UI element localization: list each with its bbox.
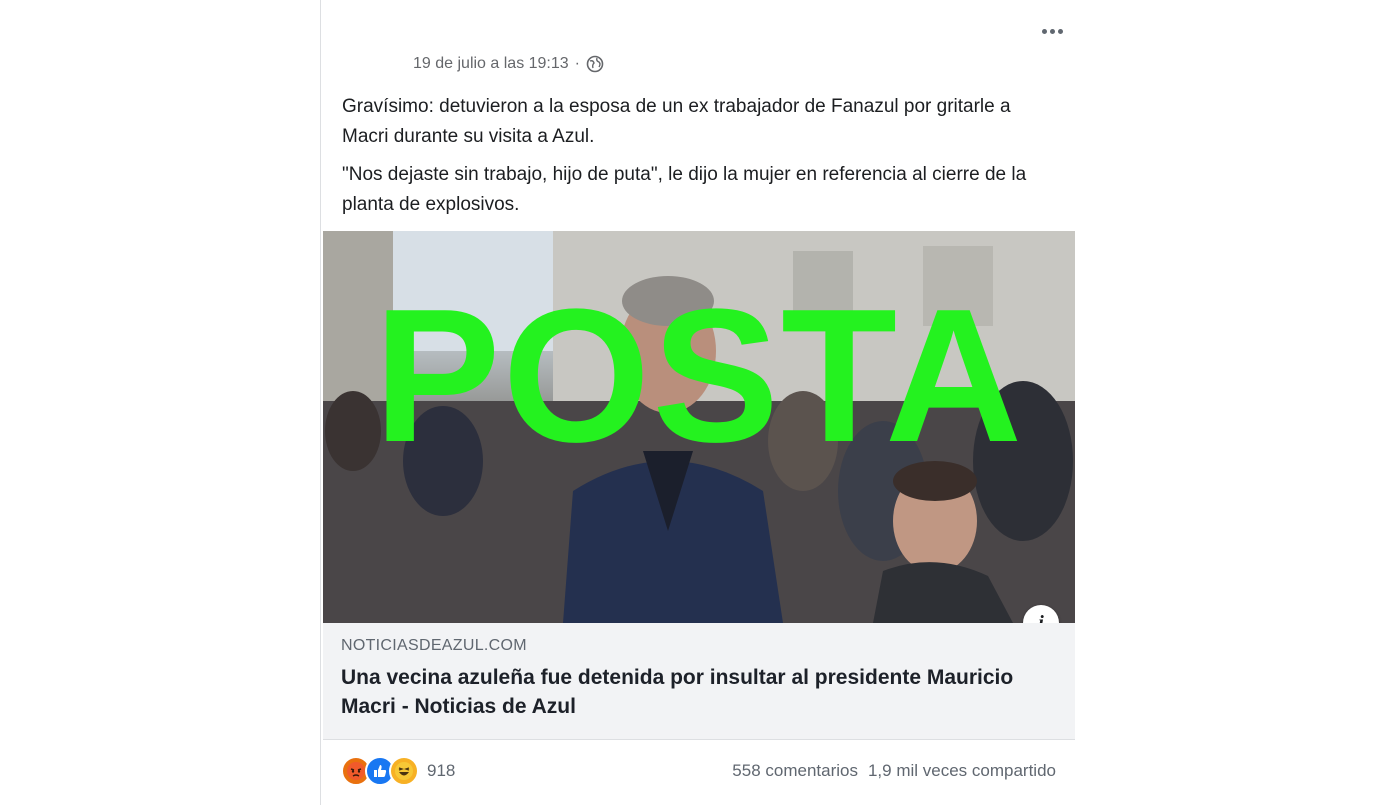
reactions-summary[interactable]: 918 <box>341 755 455 787</box>
post-paragraph: "Nos dejaste sin trabajo, hijo de puta",… <box>342 164 1027 215</box>
link-headline[interactable]: Una vecina azuleña fue detenida por insu… <box>341 663 1041 721</box>
link-caption[interactable]: NOTICIASDEAZUL.COM Una vecina azuleña fu… <box>323 623 1075 739</box>
link-domain: NOTICIASDEAZUL.COM <box>341 637 527 654</box>
posta-stamp: POSTA <box>373 270 1025 482</box>
post-paragraph: Gravísimo: detuvieron a la esposa de un … <box>342 96 1011 147</box>
post-footer: 918 558 comentarios 1,9 mil veces compar… <box>321 755 1076 787</box>
post-timestamp[interactable]: 19 de julio a las 19:13 <box>413 55 569 73</box>
meta-separator: · <box>574 55 580 72</box>
post-stats: 558 comentarios 1,9 mil veces compartido <box>732 755 1056 787</box>
post-meta: 19 de julio a las 19:13 · <box>413 53 604 75</box>
haha-icon[interactable] <box>389 756 419 786</box>
link-preview[interactable]: POSTA i NOTICIASDEAZUL.COM Una vecina az… <box>323 231 1075 740</box>
more-options-button[interactable] <box>1037 20 1067 42</box>
globe-icon[interactable] <box>586 55 604 73</box>
reaction-count[interactable]: 918 <box>427 761 455 781</box>
shares-count[interactable]: 1,9 mil veces compartido <box>868 761 1056 781</box>
more-dot-icon <box>1057 28 1063 34</box>
facebook-post-card: 19 de julio a las 19:13 · Gravísimo: det… <box>320 0 1076 805</box>
more-dot-icon <box>1041 28 1047 34</box>
link-preview-image[interactable]: POSTA <box>323 231 1075 623</box>
comments-count[interactable]: 558 comentarios <box>732 761 858 781</box>
more-dot-icon <box>1049 28 1055 34</box>
post-body: Gravísimo: detuvieron a la esposa de un … <box>342 92 1042 228</box>
